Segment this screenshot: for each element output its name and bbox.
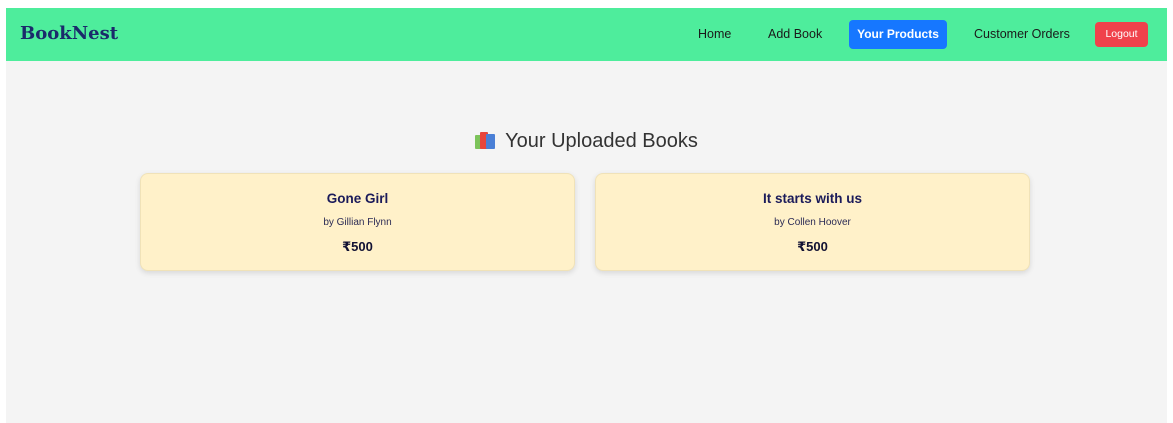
books-icon [475,131,497,149]
nav-link-customer-orders[interactable]: Customer Orders [974,20,1070,49]
book-author: by Collen Hoover [774,217,851,228]
book-price: ₹500 [342,239,373,254]
nav-link-add-book[interactable]: Add Book [768,20,822,49]
book-title: It starts with us [762,191,862,206]
page-heading: Your Uploaded Books [6,128,1167,154]
book-title: Gone Girl [326,191,389,206]
book-card[interactable]: Gone Girl by Gillian Flynn ₹500 [140,173,575,271]
navbar: BookNest Home Add Book Your Products Cus… [6,8,1167,61]
brand-logo[interactable]: BookNest [20,22,118,46]
nav-link-home[interactable]: Home [698,20,731,49]
app-frame: BookNest Home Add Book Your Products Cus… [6,8,1167,423]
page-title: Your Uploaded Books [505,130,698,152]
logout-button[interactable]: Logout [1095,22,1148,47]
book-author: by Gillian Flynn [323,217,392,228]
book-price: ₹500 [797,239,828,254]
book-card[interactable]: It starts with us by Collen Hoover ₹500 [595,173,1030,271]
nav-link-your-products[interactable]: Your Products [849,20,947,49]
